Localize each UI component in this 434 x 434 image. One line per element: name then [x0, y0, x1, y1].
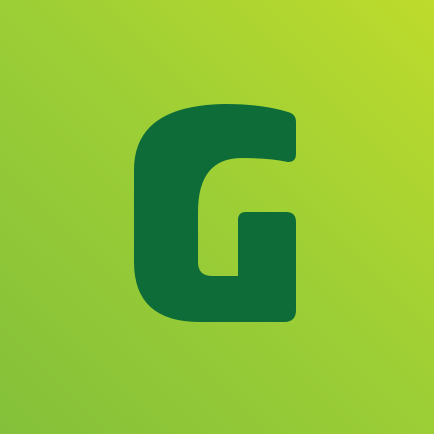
app-icon [0, 0, 434, 434]
g-letter-logo-icon [134, 104, 296, 322]
g-letter-shape [134, 104, 296, 322]
